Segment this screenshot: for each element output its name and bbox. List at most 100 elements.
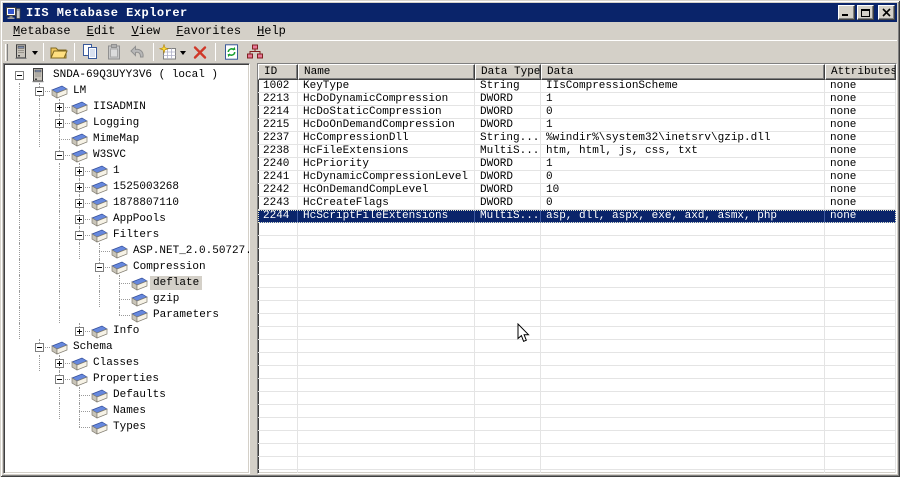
tree-item-properties[interactable]: Properties xyxy=(4,371,249,387)
copy-button[interactable] xyxy=(78,41,102,63)
expand-plus-icon[interactable] xyxy=(55,359,64,368)
tree-expander[interactable] xyxy=(50,99,70,115)
property-row-2240[interactable]: 2240 HcPriority DWORD 1 none xyxy=(258,158,896,171)
tree-item-w3svc[interactable]: W3SVC xyxy=(4,147,249,163)
tree-expander[interactable] xyxy=(50,355,70,371)
tree-expander[interactable] xyxy=(90,259,110,275)
tree-item-label[interactable]: gzip xyxy=(150,292,182,306)
tree-item-parameters[interactable]: Parameters xyxy=(4,307,249,323)
tree-item-label[interactable]: W3SVC xyxy=(90,148,129,162)
tree-item-mimemap[interactable]: MimeMap xyxy=(4,131,249,147)
tree-item-label[interactable]: Names xyxy=(110,404,149,418)
tree-item-logging[interactable]: Logging xyxy=(4,115,249,131)
tree-item-label[interactable]: 1525003268 xyxy=(110,180,182,194)
close-button[interactable] xyxy=(878,5,895,20)
tree-item-label[interactable]: MimeMap xyxy=(90,132,142,146)
column-header-attributes[interactable]: Attributes xyxy=(825,64,896,80)
property-row-2215[interactable]: 2215 HcDoOnDemandCompression DWORD 1 none xyxy=(258,119,896,132)
collapse-minus-icon[interactable] xyxy=(15,71,24,80)
tree-item-label[interactable]: LM xyxy=(70,84,89,98)
tree-item-label[interactable]: Properties xyxy=(90,372,162,386)
tree-expander[interactable] xyxy=(70,211,90,227)
property-row-1002[interactable]: 1002 KeyType String IIsCompressionScheme non… xyxy=(258,80,896,93)
tree-item-asp-net-2-0-50727-0[interactable]: ASP.NET_2.0.50727.0 xyxy=(4,243,249,259)
tree-item-classes[interactable]: Classes xyxy=(4,355,249,371)
menu-help[interactable]: Help xyxy=(249,23,294,39)
dropdown-arrow-icon[interactable] xyxy=(180,50,186,58)
tree-item-label[interactable]: IISADMIN xyxy=(90,100,149,114)
menu-view[interactable]: View xyxy=(123,23,168,39)
collapse-minus-icon[interactable] xyxy=(55,151,64,160)
tree-item-iisadmin[interactable]: IISADMIN xyxy=(4,99,249,115)
property-row-2244[interactable]: 2244 HcScriptFileExtensions MultiS... asp, … xyxy=(258,210,896,223)
panel-splitter[interactable] xyxy=(250,63,257,474)
property-row-2237[interactable]: 2237 HcCompressionDll String... %windir%\sy… xyxy=(258,132,896,145)
column-header-id[interactable]: ID xyxy=(258,64,298,80)
tree-item-schema[interactable]: Schema xyxy=(4,339,249,355)
expand-plus-icon[interactable] xyxy=(75,183,84,192)
tree-expander[interactable] xyxy=(30,339,50,355)
expand-plus-icon[interactable] xyxy=(75,199,84,208)
tree-item-snda-69q3uyy3v6-local[interactable]: SNDA-69Q3UYY3V6 ( local ) xyxy=(4,67,249,83)
tree-item-apppools[interactable]: AppPools xyxy=(4,211,249,227)
property-row-2214[interactable]: 2214 HcDoStaticCompression DWORD 0 none xyxy=(258,106,896,119)
tree-expander[interactable] xyxy=(10,67,30,83)
tree-expander[interactable] xyxy=(50,147,70,163)
column-header-data[interactable]: Data xyxy=(541,64,825,80)
tree-item-compression[interactable]: Compression xyxy=(4,259,249,275)
tree-item-label[interactable]: AppPools xyxy=(110,212,169,226)
tree-item-label[interactable]: Defaults xyxy=(110,388,169,402)
tree-item-label[interactable]: 1878807110 xyxy=(110,196,182,210)
tree-item-1525003268[interactable]: 1525003268 xyxy=(4,179,249,195)
tree-expander[interactable] xyxy=(70,323,90,339)
collapse-minus-icon[interactable] xyxy=(35,343,44,352)
tree-item-filters[interactable]: Filters xyxy=(4,227,249,243)
expand-plus-icon[interactable] xyxy=(55,103,64,112)
tree-item-gzip[interactable]: gzip xyxy=(4,291,249,307)
property-row-2242[interactable]: 2242 HcOnDemandCompLevel DWORD 10 none xyxy=(258,184,896,197)
collapse-minus-icon[interactable] xyxy=(55,375,64,384)
tree-item-label[interactable]: SNDA-69Q3UYY3V6 ( local ) xyxy=(50,68,221,82)
delete-button[interactable] xyxy=(188,41,212,63)
tree-expander[interactable] xyxy=(50,371,70,387)
tree-item-label[interactable]: deflate xyxy=(150,276,203,290)
tree-item-1878807110[interactable]: 1878807110 xyxy=(4,195,249,211)
property-row-2238[interactable]: 2238 HcFileExtensions MultiS... htm, html, … xyxy=(258,145,896,158)
new-key-button[interactable] xyxy=(157,41,188,63)
collapse-minus-icon[interactable] xyxy=(35,87,44,96)
expand-plus-icon[interactable] xyxy=(75,167,84,176)
toolbar-grip-handle[interactable] xyxy=(5,43,8,61)
tree-expander[interactable] xyxy=(70,227,90,243)
minimize-button[interactable] xyxy=(838,5,855,20)
tree-item-label[interactable]: ASP.NET_2.0.50727.0 xyxy=(130,244,249,258)
tree-item-label[interactable]: Info xyxy=(110,324,142,338)
tree-expander[interactable] xyxy=(30,83,50,99)
tree-item-defaults[interactable]: Defaults xyxy=(4,387,249,403)
menu-edit[interactable]: Edit xyxy=(79,23,124,39)
tree-item-deflate[interactable]: deflate xyxy=(4,275,249,291)
tree-expander[interactable] xyxy=(70,179,90,195)
tree-item-label[interactable]: Logging xyxy=(90,116,142,130)
tree-item-1[interactable]: 1 xyxy=(4,163,249,179)
export-folder-button[interactable] xyxy=(47,41,71,63)
tree-item-label[interactable]: Classes xyxy=(90,356,142,370)
tree-expander[interactable] xyxy=(70,163,90,179)
dropdown-arrow-icon[interactable] xyxy=(32,50,38,58)
tree-item-label[interactable]: Filters xyxy=(110,228,162,242)
connect-server-button[interactable] xyxy=(11,41,40,63)
tree-item-info[interactable]: Info xyxy=(4,323,249,339)
tree-item-label[interactable]: Schema xyxy=(70,340,116,354)
tree-item-label[interactable]: Compression xyxy=(130,260,209,274)
expand-plus-icon[interactable] xyxy=(55,119,64,128)
collapse-minus-icon[interactable] xyxy=(95,263,104,272)
menu-metabase[interactable]: Metabase xyxy=(5,23,79,39)
tree-item-label[interactable]: 1 xyxy=(110,164,123,178)
tree-item-label[interactable]: Parameters xyxy=(150,308,222,322)
tree-expander[interactable] xyxy=(50,115,70,131)
tree-item-types[interactable]: Types xyxy=(4,419,249,435)
tree-item-names[interactable]: Names xyxy=(4,403,249,419)
tree-item-lm[interactable]: LM xyxy=(4,83,249,99)
tree-item-label[interactable]: Types xyxy=(110,420,149,434)
property-row-2241[interactable]: 2241 HcDynamicCompressionLevel DWORD 0 none xyxy=(258,171,896,184)
expand-plus-icon[interactable] xyxy=(75,327,84,336)
